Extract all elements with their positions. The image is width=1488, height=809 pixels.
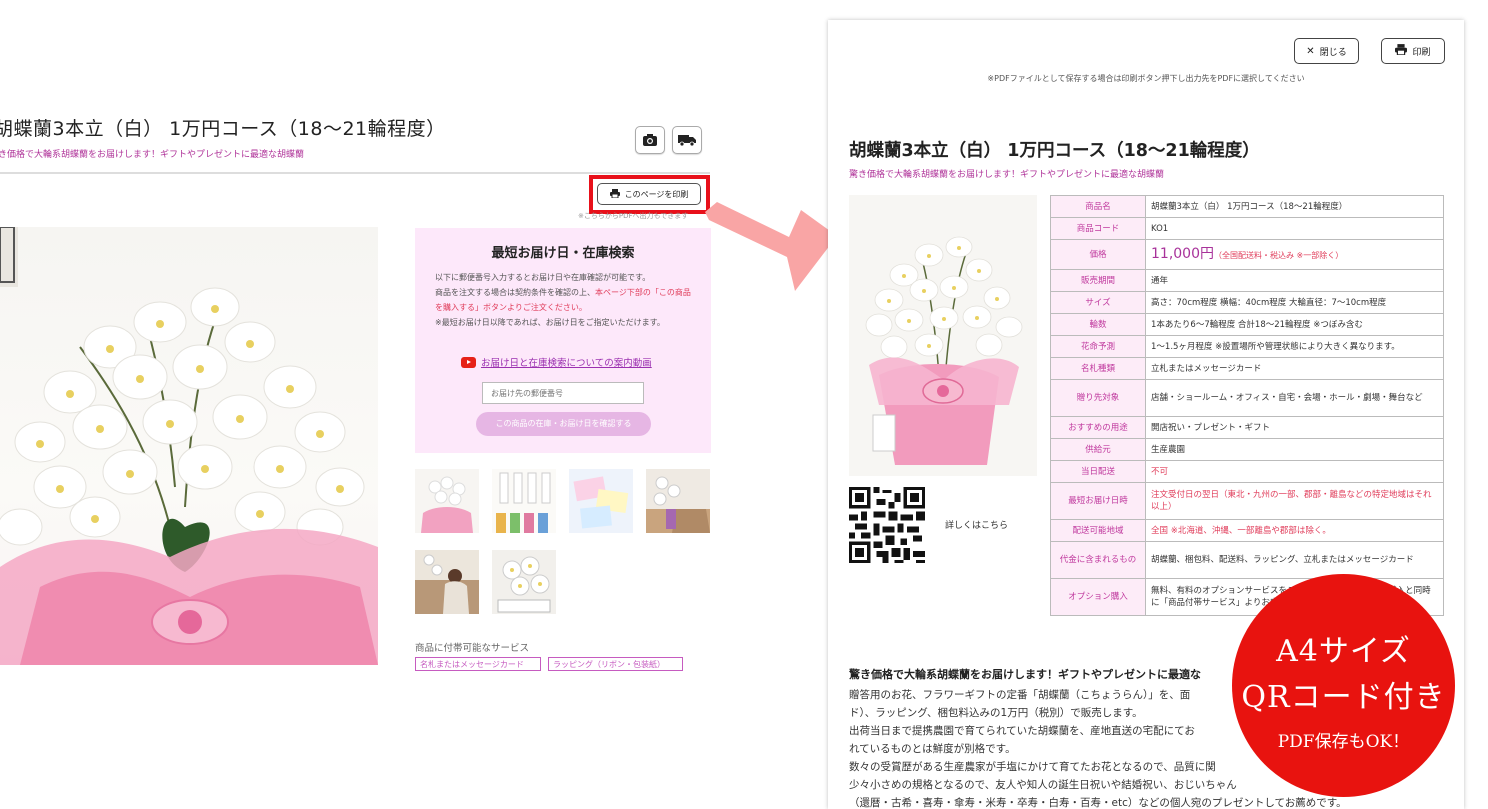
search-text-3: ※最短お届け日以降であれば、お届け日をご指定いただけます。 bbox=[435, 318, 665, 327]
product-page: 胡蝶蘭3本立（白） 1万円コース（18〜21輪程度） き価格で大輪系胡蝶蘭をお届… bbox=[0, 0, 720, 809]
table-row: 商品コード KO1 bbox=[1050, 217, 1444, 240]
spec-value: 全国 ※北海道、沖縄、一部離島や郡部は除く。 bbox=[1145, 519, 1444, 542]
table-row: 贈り先対象 店舗・ショールーム・オフィス・自宅・会場・ホール・劇場・舞台など bbox=[1050, 379, 1444, 417]
spec-value: 11,000円（全国配送料・税込み ※一部除く） bbox=[1145, 239, 1444, 270]
divider bbox=[0, 172, 710, 174]
badge-line-2: QRコード付き bbox=[1241, 680, 1446, 715]
thumbnail-2[interactable] bbox=[492, 469, 556, 533]
product-title: 胡蝶蘭3本立（白） 1万円コース（18〜21輪程度） bbox=[0, 118, 446, 140]
spec-key: 配送可能地域 bbox=[1050, 519, 1146, 542]
spec-value: 開店祝い・プレゼント・ギフト bbox=[1145, 416, 1444, 439]
check-stock-button[interactable]: この商品の在庫・お届け日を確認する bbox=[476, 412, 651, 436]
delivery-search-panel: 最短お届け日・在庫検索 以下に郵便番号入力するとお届け日や在庫確認が可能です。 … bbox=[415, 228, 711, 453]
video-guide-link[interactable]: お届け日と在庫検索についての案内動画 bbox=[461, 355, 652, 369]
description-title: 驚き価格で大輪系胡蝶蘭をお届けします！ギフトやプレゼントに最適な bbox=[849, 668, 1201, 681]
table-row: 輪数 1本あたり6〜7輪程度 合計18〜21輪程度 ※つぼみ含む bbox=[1050, 313, 1444, 336]
description-line: （還暦・古希・喜寿・傘寿・米寿・卒寿・白寿・百寿・etc）などの個人宛のプレゼン… bbox=[849, 797, 1347, 809]
truck-icon[interactable] bbox=[672, 126, 702, 154]
spec-key: 供給元 bbox=[1050, 438, 1146, 461]
spec-value: 高さ：70cm程度 横幅：40cm程度 大輪直径：7〜10cm程度 bbox=[1145, 291, 1444, 314]
arrow-icon bbox=[705, 202, 837, 291]
table-row: サイズ 高さ：70cm程度 横幅：40cm程度 大輪直径：7〜10cm程度 bbox=[1050, 291, 1444, 314]
close-label: 閉じる bbox=[1319, 47, 1347, 58]
thumbnail-3[interactable] bbox=[569, 469, 633, 533]
spec-value: 店舗・ショールーム・オフィス・自宅・会場・ホール・劇場・舞台など bbox=[1145, 379, 1444, 417]
thumbnail-6[interactable] bbox=[492, 550, 556, 614]
spec-value: 通年 bbox=[1145, 269, 1444, 292]
spec-key: 価格 bbox=[1050, 239, 1146, 270]
print-page-label: このページを印刷 bbox=[624, 189, 689, 199]
spec-key: 最短お届け日時 bbox=[1050, 482, 1146, 520]
table-row: 商品名 胡蝶蘭3本立（白） 1万円コース（18〜21輪程度） bbox=[1050, 195, 1444, 218]
spec-key: 名札種類 bbox=[1050, 357, 1146, 380]
spec-value: 胡蝶蘭3本立（白） 1万円コース（18〜21輪程度） bbox=[1145, 195, 1444, 218]
spec-key: おすすめの用途 bbox=[1050, 416, 1146, 439]
table-row: おすすめの用途 開店祝い・プレゼント・ギフト bbox=[1050, 416, 1444, 439]
spec-value: 1〜1.5ヶ月程度 ※設置場所や管理状態により大きく異なります。 bbox=[1145, 335, 1444, 358]
pdf-note: ※PDFファイルとして保存する場合は印刷ボタン押下し出力先をPDFに選択してくだ… bbox=[987, 74, 1305, 83]
print-label: 印刷 bbox=[1412, 47, 1431, 58]
spec-value: 胡蝶蘭、梱包料、配送料、ラッピング、立札またはメッセージカード bbox=[1145, 541, 1444, 579]
spec-key: 当日配送 bbox=[1050, 460, 1146, 483]
print-button[interactable]: 印刷 bbox=[1381, 38, 1445, 64]
thumbnail-1[interactable] bbox=[415, 469, 479, 533]
camera-icon[interactable] bbox=[635, 126, 665, 154]
table-row: 価格 11,000円（全国配送料・税込み ※一部除く） bbox=[1050, 239, 1444, 270]
spec-value: 立札またはメッセージカード bbox=[1145, 357, 1444, 380]
badge-line-1: A4サイズ bbox=[1276, 634, 1411, 669]
zip-code-input[interactable] bbox=[482, 382, 644, 404]
table-row: 最短お届け日時 注文受付日の翌日（東北・九州の一部、郡部・離島などの特定地域はそれ… bbox=[1050, 482, 1444, 520]
search-description: 以下に郵便番号入力するとお届け日や在庫確認が可能です。 商品を注文する場合は契約… bbox=[435, 270, 697, 330]
spec-key: オプション購入 bbox=[1050, 578, 1146, 616]
spec-key: 花命予測 bbox=[1050, 335, 1146, 358]
price: 11,000円 bbox=[1151, 245, 1214, 262]
close-button[interactable]: ✕ 閉じる bbox=[1294, 38, 1359, 64]
product-main-photo[interactable] bbox=[0, 227, 378, 665]
search-text-1: 以下に郵便番号入力するとお届け日や在庫確認が可能です。 bbox=[435, 273, 651, 282]
price-note: （全国配送料・税込み ※一部除く） bbox=[1214, 250, 1344, 260]
table-row: 花命予測 1〜1.5ヶ月程度 ※設置場所や管理状態により大きく異なります。 bbox=[1050, 335, 1444, 358]
preview-title: 胡蝶蘭3本立（白） 1万円コース（18〜21輪程度） bbox=[849, 141, 1260, 161]
youtube-icon bbox=[461, 356, 476, 368]
preview-subtitle: 驚き価格で大輪系胡蝶蘭をお届けします！ギフトやプレゼントに最適な胡蝶蘭 bbox=[849, 170, 1165, 180]
spec-value: 1本あたり6〜7輪程度 合計18〜21輪程度 ※つぼみ含む bbox=[1145, 313, 1444, 336]
spec-key: 輪数 bbox=[1050, 313, 1146, 336]
spec-key: 商品コード bbox=[1050, 217, 1146, 240]
spec-value: 不可 bbox=[1145, 460, 1444, 483]
thumbnail-4[interactable] bbox=[646, 469, 710, 533]
video-guide-label: お届け日と在庫検索についての案内動画 bbox=[481, 358, 652, 369]
spec-value: 生産農園 bbox=[1145, 438, 1444, 461]
service-tag-card[interactable]: 名札またはメッセージカード bbox=[415, 657, 541, 671]
spec-key: 代金に含まれるもの bbox=[1050, 541, 1146, 579]
print-page-button[interactable]: このページを印刷 bbox=[597, 183, 701, 205]
table-row: 供給元 生産農園 bbox=[1050, 438, 1444, 461]
services-label: 商品に付帯可能なサービス bbox=[415, 643, 530, 654]
spec-key: サイズ bbox=[1050, 291, 1146, 314]
promo-badge: A4サイズ QRコード付き PDF保存もOK！ bbox=[1232, 574, 1455, 797]
search-text-2: 商品を注文する場合は契約条件を確認の上、 bbox=[435, 288, 595, 297]
table-row: 配送可能地域 全国 ※北海道、沖縄、一部離島や郡部は除く。 bbox=[1050, 519, 1444, 542]
qr-code[interactable] bbox=[849, 487, 925, 563]
badge-line-3: PDF保存もOK！ bbox=[1277, 732, 1410, 752]
preview-product-photo bbox=[849, 195, 1037, 476]
search-title: 最短お届け日・在庫検索 bbox=[491, 246, 635, 261]
spec-value: KO1 bbox=[1145, 217, 1444, 240]
spec-key: 贈り先対象 bbox=[1050, 379, 1146, 417]
printer-icon bbox=[609, 188, 620, 200]
spec-table: 商品名 胡蝶蘭3本立（白） 1万円コース（18〜21輪程度） 商品コード KO1 価… bbox=[1050, 195, 1444, 616]
thumbnail-5[interactable] bbox=[415, 550, 479, 614]
table-row: 当日配送 不可 bbox=[1050, 460, 1444, 483]
service-tag-wrapping[interactable]: ラッピング（リボン・包装紙） bbox=[548, 657, 683, 671]
product-subtitle: き価格で大輪系胡蝶蘭をお届けします！ギフトやプレゼントに最適な胡蝶蘭 bbox=[0, 150, 305, 160]
print-note: ※こちらからPDFへ出力もできます bbox=[578, 212, 689, 220]
spec-key: 販売期間 bbox=[1050, 269, 1146, 292]
printer-icon bbox=[1395, 44, 1408, 58]
table-row: 名札種類 立札またはメッセージカード bbox=[1050, 357, 1444, 380]
qr-label: 詳しくはこちら bbox=[945, 521, 1009, 531]
table-row: 代金に含まれるもの 胡蝶蘭、梱包料、配送料、ラッピング、立札またはメッセージカード bbox=[1050, 541, 1444, 579]
table-row: 販売期間 通年 bbox=[1050, 269, 1444, 292]
spec-key: 商品名 bbox=[1050, 195, 1146, 218]
spec-value: 注文受付日の翌日（東北・九州の一部、郡部・離島などの特定地域はそれ以上） bbox=[1145, 482, 1444, 520]
close-icon: ✕ bbox=[1306, 45, 1315, 57]
